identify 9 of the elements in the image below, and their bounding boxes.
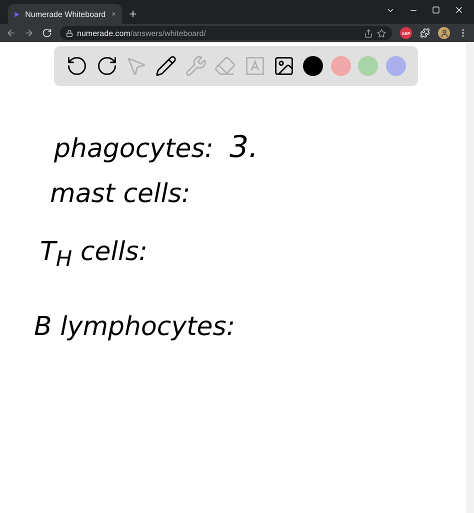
handwritten-text: B lymphocytes: — [34, 312, 236, 342]
browser-tab[interactable]: Numerade Whiteboard — [8, 4, 122, 24]
handwritten-text: 3. — [230, 130, 258, 165]
url-path: /answers/whiteboard/ — [130, 28, 206, 38]
handwritten-text: T$_{H}$ cells: — [40, 237, 148, 272]
address-bar[interactable]: numerade.com/answers/whiteboard/ — [60, 26, 392, 40]
url-domain: numerade.com — [77, 28, 130, 38]
handwritten-text: phagocytes: — [54, 134, 214, 164]
handwritten-text: mast cells: — [50, 179, 190, 209]
